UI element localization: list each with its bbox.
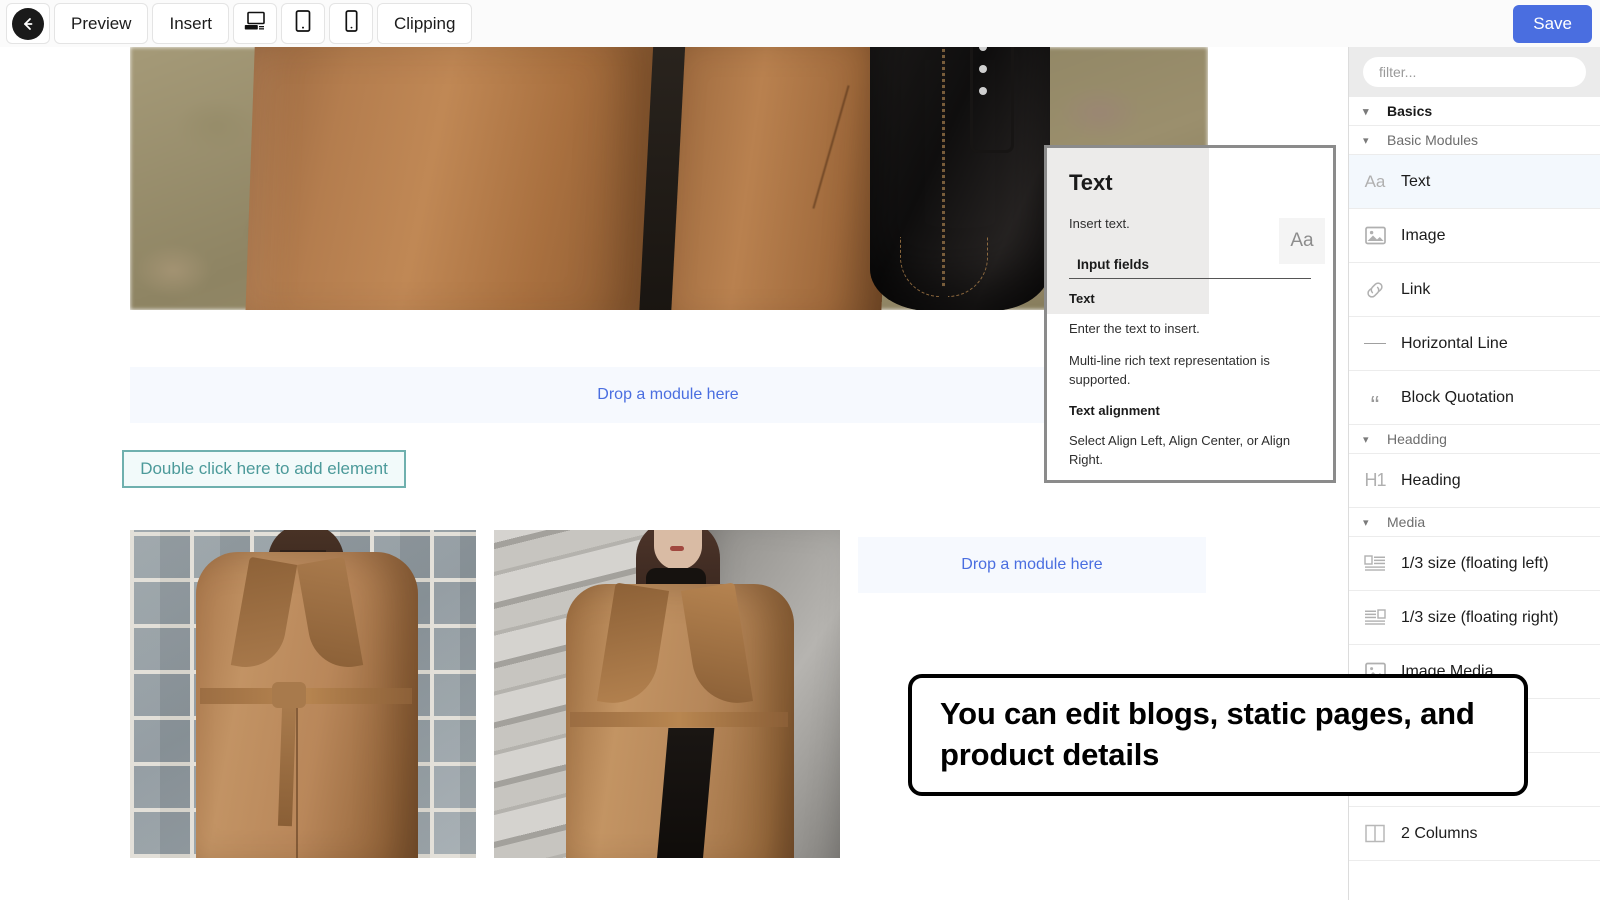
coat-belt bbox=[570, 712, 788, 727]
sidebar-module-two-columns[interactable]: 2 Columns bbox=[1349, 807, 1600, 861]
sidebar-module-label: Image bbox=[1401, 226, 1446, 244]
preview-button[interactable]: Preview bbox=[54, 3, 149, 44]
popup-section-heading: Input fields bbox=[1069, 257, 1311, 279]
popup-field-desc: Multi-line rich text representation is s… bbox=[1069, 353, 1270, 387]
coat-belt bbox=[200, 688, 412, 704]
popup-field-name-alignment: Text alignment bbox=[1069, 403, 1160, 419]
sidebar-module-block-quotation[interactable]: “ Block Quotation bbox=[1349, 371, 1600, 425]
desktop-icon bbox=[244, 11, 266, 36]
coat-belt-knot bbox=[272, 682, 306, 708]
hero-handbag-handle bbox=[970, 47, 1014, 153]
two-columns-icon bbox=[1349, 824, 1401, 843]
sidebar-group-headding[interactable]: ▾ Headding bbox=[1349, 425, 1600, 454]
horizontal-line-icon bbox=[1349, 343, 1401, 344]
sidebar-module-horizontal-line[interactable]: Horizontal Line bbox=[1349, 317, 1600, 371]
save-button[interactable]: Save bbox=[1513, 4, 1592, 43]
h1-icon: H1 bbox=[1364, 470, 1386, 490]
toolbar-left-group: Preview Insert Clipping bbox=[0, 0, 473, 47]
sidebar-module-third-floating-right[interactable]: 1/3 size (floating right) bbox=[1349, 591, 1600, 645]
clipping-button[interactable]: Clipping bbox=[377, 3, 473, 44]
insert-label: Insert bbox=[169, 13, 212, 33]
sidebar-module-label: 2 Columns bbox=[1401, 824, 1478, 842]
sidebar-group-media[interactable]: ▾ Media bbox=[1349, 508, 1600, 537]
sidebar-group-label: Headding bbox=[1387, 431, 1447, 447]
float-right-icon bbox=[1349, 608, 1401, 627]
hero-coat-left-panel bbox=[244, 47, 656, 310]
sidebar-module-label: 1/3 size (floating right) bbox=[1401, 608, 1559, 626]
sidebar-module-label: Text bbox=[1401, 172, 1431, 190]
hero-handbag-zipper bbox=[942, 47, 945, 287]
back-button[interactable] bbox=[6, 3, 50, 44]
image-icon bbox=[1349, 226, 1401, 245]
popup-field-name-text: Text bbox=[1069, 291, 1095, 306]
sidebar-module-image[interactable]: Image bbox=[1349, 209, 1600, 263]
filter-bar bbox=[1349, 47, 1600, 97]
chevron-down-icon: ▾ bbox=[1363, 516, 1369, 529]
add-element-placeholder[interactable]: Double click here to add element bbox=[122, 450, 406, 488]
dropzone-right-column[interactable]: Drop a module here bbox=[858, 537, 1206, 593]
sidebar-module-third-floating-left[interactable]: 1/3 size (floating left) bbox=[1349, 537, 1600, 591]
popup-field-desc: Enter the text to insert. bbox=[1069, 321, 1200, 336]
sidebar-group-label: Basic Modules bbox=[1387, 132, 1479, 148]
coat-center-seam bbox=[296, 706, 298, 858]
sidebar-group-basics[interactable]: ▾ Basics bbox=[1349, 97, 1600, 126]
add-element-label: Double click here to add element bbox=[140, 459, 388, 478]
product-image-right[interactable] bbox=[494, 530, 840, 858]
popup-field-desc: Select Align Left, Align Center, or Alig… bbox=[1069, 433, 1291, 467]
mobile-view-button[interactable] bbox=[329, 3, 373, 44]
chevron-down-icon: ▾ bbox=[1363, 433, 1369, 446]
dropzone-label: Drop a module here bbox=[961, 556, 1103, 573]
top-toolbar: Preview Insert Clipping Save bbox=[0, 0, 1600, 47]
clipping-label: Clipping bbox=[394, 13, 456, 33]
preview-label: Preview bbox=[71, 13, 132, 33]
tablet-view-button[interactable] bbox=[281, 3, 325, 44]
chevron-down-icon: ▾ bbox=[1363, 105, 1369, 118]
sidebar-module-label: Link bbox=[1401, 280, 1431, 298]
insert-button[interactable]: Insert bbox=[152, 3, 229, 44]
product-image-left[interactable] bbox=[130, 530, 476, 858]
popup-module-icon: Aa bbox=[1279, 218, 1325, 264]
link-icon bbox=[1349, 279, 1401, 301]
sidebar-module-label: Heading bbox=[1401, 471, 1461, 489]
sidebar-module-label: Horizontal Line bbox=[1401, 334, 1508, 352]
sidebar-group-label: Basics bbox=[1387, 103, 1433, 119]
sidebar-module-heading[interactable]: H1 Heading bbox=[1349, 454, 1600, 508]
hero-coat-right-panel bbox=[670, 47, 896, 310]
desktop-view-button[interactable] bbox=[233, 3, 277, 44]
filter-input[interactable] bbox=[1363, 57, 1586, 87]
mobile-icon bbox=[344, 10, 358, 37]
sidebar-module-text[interactable]: Aa Text bbox=[1349, 155, 1600, 209]
sidebar-module-label: 1/3 size (floating left) bbox=[1401, 554, 1549, 572]
chevron-down-icon: ▾ bbox=[1363, 134, 1369, 147]
dropzone-label: Drop a module here bbox=[597, 386, 739, 403]
popup-title: Text bbox=[1069, 170, 1113, 195]
instruction-callout: You can edit blogs, static pages, and pr… bbox=[908, 674, 1528, 796]
popup-subtitle: Insert text. bbox=[1069, 216, 1130, 231]
sidebar-module-link[interactable]: Link bbox=[1349, 263, 1600, 317]
aa-icon: Aa bbox=[1364, 171, 1386, 191]
model-lips bbox=[670, 546, 684, 551]
sidebar-group-label: Media bbox=[1387, 514, 1426, 530]
back-arrow-icon bbox=[12, 7, 44, 40]
callout-text: You can edit blogs, static pages, and pr… bbox=[940, 696, 1475, 772]
sidebar-module-label: Block Quotation bbox=[1401, 388, 1514, 406]
float-left-icon bbox=[1349, 554, 1401, 573]
sidebar-group-basic-modules[interactable]: ▾ Basic Modules bbox=[1349, 126, 1600, 155]
popup-content: Text Insert text. Aa Input fields Text E… bbox=[1047, 148, 1333, 480]
module-help-popup: Text Insert text. Aa Input fields Text E… bbox=[1044, 145, 1336, 483]
tablet-icon bbox=[295, 10, 311, 37]
